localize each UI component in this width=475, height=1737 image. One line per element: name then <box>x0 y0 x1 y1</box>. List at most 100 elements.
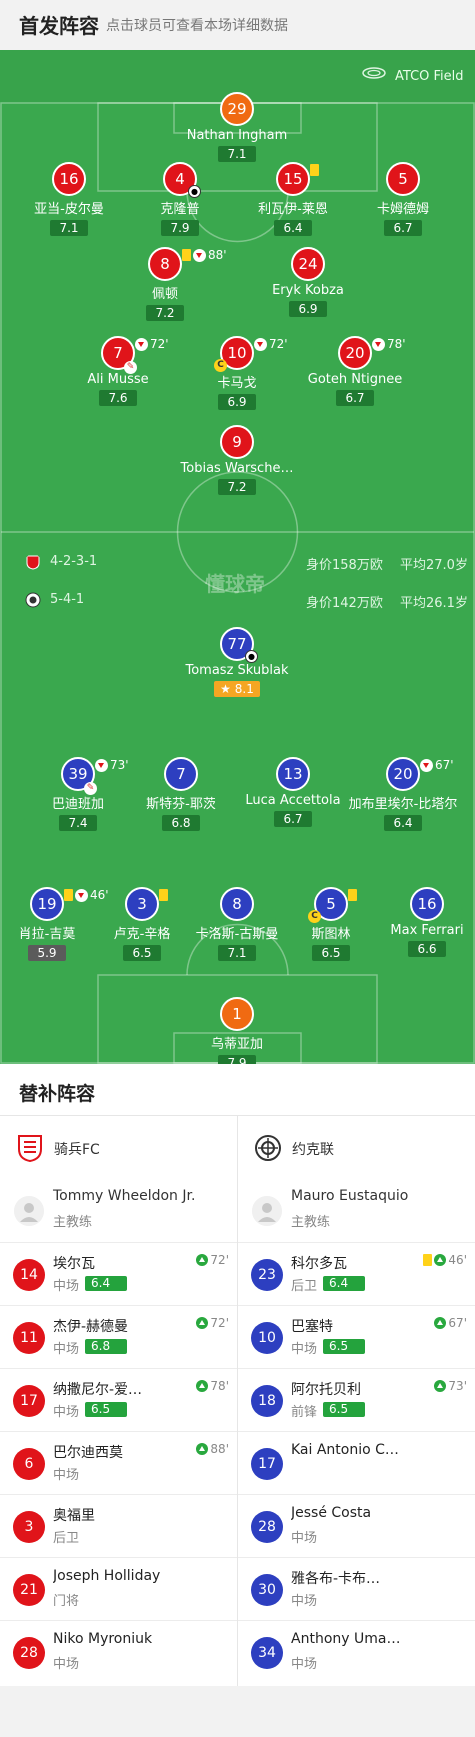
yellow-card-icon <box>348 889 357 901</box>
sub-row-away-10[interactable]: 10 巴塞特 中场 6.5 67' <box>238 1305 475 1368</box>
home-subs-team[interactable]: 骑兵FC <box>0 1116 237 1180</box>
away-coach[interactable]: Mauro Eustaquio 主教练 <box>238 1180 475 1242</box>
sub-row-away-17[interactable]: 17 Kai Antonio C… <box>238 1431 475 1494</box>
player-away-20[interactable]: 20 67' 加布里埃尔-比塔尔 6.4 <box>338 757 468 831</box>
sub-name: Niko Myroniuk <box>53 1631 153 1647</box>
player-rating: 6.4 <box>274 220 312 236</box>
sub-name: 巴尔迪西莫 <box>53 1445 123 1461</box>
sub-row-home-3[interactable]: 3 奥福里 后卫 <box>0 1494 237 1557</box>
venue-name: ATCO Field <box>395 69 464 84</box>
sub-position: 前锋 <box>291 1405 318 1420</box>
away-team-badge-icon <box>25 592 41 608</box>
sub-name: Jessé Costa <box>291 1505 372 1521</box>
player-name: 卡姆德姆 <box>376 202 429 217</box>
sub-number: 18 <box>251 1385 283 1417</box>
sub-position: 中场 <box>53 1657 80 1672</box>
home-coach[interactable]: Tommy Wheeldon Jr. 主教练 <box>0 1180 237 1242</box>
sub-number: 14 <box>13 1259 45 1291</box>
captain-icon: C <box>214 359 227 372</box>
sub-position: 中场 <box>291 1531 318 1546</box>
player-away-16[interactable]: 16 Max Ferrari 6.6 <box>362 887 475 957</box>
player-number: 15 <box>276 162 310 196</box>
player-events: 78' <box>372 336 406 352</box>
player-away-1[interactable]: 1 乌蒂亚加 7.9 <box>172 997 302 1064</box>
sub-row-home-6[interactable]: 6 巴尔迪西莫 中场 88' <box>0 1431 237 1494</box>
player-number: 5C <box>308 887 348 923</box>
sub-events: 78' <box>196 1379 229 1393</box>
sub-row-away-34[interactable]: 34 Anthony Uma… 中场 <box>238 1620 475 1683</box>
sub-in-icon <box>196 1317 209 1329</box>
sub-events: 46' <box>423 1253 467 1267</box>
player-events: 88' <box>182 247 227 263</box>
sub-number: 34 <box>251 1637 283 1669</box>
sub-number: 30 <box>251 1574 283 1606</box>
sub-row-away-30[interactable]: 30 雅各布-卡布… 中场 <box>238 1557 475 1620</box>
sub-minute: 88' <box>208 248 227 262</box>
player-name: Nathan Ingham <box>186 128 288 143</box>
player-rating: 7.4 <box>59 815 97 831</box>
subs-title: 替补阵容 <box>19 1083 96 1105</box>
sub-out-icon <box>193 248 206 262</box>
player-rating: 6.5 <box>312 945 350 961</box>
player-name: Ali Musse <box>87 372 149 387</box>
player-rating: 6.8 <box>162 815 200 831</box>
assist-boot-icon: ✎ <box>124 361 137 374</box>
player-name: Tomasz Skublak <box>185 663 289 678</box>
yellow-card-icon <box>423 1254 433 1266</box>
sub-in-minute: 72' <box>210 1316 229 1330</box>
stadium-icon <box>362 67 386 79</box>
player-events: 67' <box>420 757 454 773</box>
away-coach-name: Mauro Eustaquio <box>291 1188 409 1204</box>
player-name: 加布里埃尔-比塔尔 <box>348 797 458 812</box>
sub-position: 门将 <box>53 1594 80 1609</box>
sub-name: Anthony Uma… <box>291 1631 401 1647</box>
player-home-20[interactable]: 20 78' Goteh Ntignee 6.7 <box>290 336 420 406</box>
player-number: 39 ✎ <box>61 757 97 795</box>
sub-name: 杰伊-赫德曼 <box>53 1319 129 1335</box>
sub-row-home-14[interactable]: 14 埃尔瓦 中场 6.4 72' <box>0 1242 237 1305</box>
sub-out-icon <box>372 337 385 351</box>
coach-avatar-icon <box>14 1196 44 1226</box>
player-events <box>348 887 357 903</box>
sub-name: Joseph Holliday <box>53 1568 161 1584</box>
sub-row-home-21[interactable]: 21 Joseph Holliday 门将 <box>0 1557 237 1620</box>
player-home-7[interactable]: 7 ✎ 72' Ali Musse 7.6 <box>53 336 183 406</box>
player-home-5[interactable]: 5 卡姆德姆 6.7 <box>338 162 468 236</box>
player-home-24[interactable]: 24 Eryk Kobza 6.9 <box>243 247 373 317</box>
player-rating: 6.6 <box>408 941 446 957</box>
sub-number: 21 <box>13 1574 45 1606</box>
player-rating: 7.1 <box>50 220 88 236</box>
player-rating: ★ 8.1 <box>214 681 260 697</box>
player-home-4[interactable]: 4 ● 克隆普 7.9 <box>115 162 245 236</box>
sub-row-away-23[interactable]: 23 科尔多瓦 后卫 6.4 46' <box>238 1242 475 1305</box>
sub-minute: 72' <box>269 337 288 351</box>
sub-row-home-17[interactable]: 17 纳撒尼尔-爱… 中场 6.5 78' <box>0 1368 237 1431</box>
sub-row-home-11[interactable]: 11 杰伊-赫德曼 中场 6.8 72' <box>0 1305 237 1368</box>
sub-name: 奥福里 <box>53 1508 95 1524</box>
sub-number: 6 <box>13 1448 45 1480</box>
player-away-77[interactable]: 77 ● Tomasz Skublak ★ 8.1 <box>172 627 302 697</box>
sub-name: 纳撒尼尔-爱… <box>53 1382 143 1398</box>
player-rating: 6.7 <box>384 220 422 236</box>
player-number: 5 <box>386 162 420 196</box>
away-formation-row: 5-4-1 身价142万欧 平均26.1岁 <box>0 590 475 611</box>
sub-row-away-28[interactable]: 28 Jessé Costa 中场 <box>238 1494 475 1557</box>
player-name: 卡马戈 <box>217 376 257 391</box>
player-number: 20 <box>386 757 420 791</box>
player-home-8[interactable]: 8 88' 佩顿 7.2 <box>100 247 230 321</box>
sub-row-home-28[interactable]: 28 Niko Myroniuk 中场 <box>0 1620 237 1683</box>
away-subs-team[interactable]: 约克联 <box>238 1116 475 1180</box>
yellow-card-icon <box>64 889 73 901</box>
player-home-10[interactable]: 10 C 72' 卡马戈 6.9 <box>172 336 302 410</box>
player-events: 72' <box>254 336 288 352</box>
player-name: 乌蒂亚加 <box>210 1037 263 1052</box>
player-home-29[interactable]: 29 Nathan Ingham 7.1 <box>172 92 302 162</box>
player-home-9[interactable]: 9 Tobias Warsche… 7.2 <box>172 425 302 495</box>
away-subs-column: 约克联 Mauro Eustaquio 主教练 23 科尔多瓦 后卫 6.4 46' 10… <box>238 1116 475 1686</box>
sub-row-away-18[interactable]: 18 阿尔托贝利 前锋 6.5 73' <box>238 1368 475 1431</box>
player-number: 29 <box>220 92 254 126</box>
player-name: Eryk Kobza <box>272 283 344 298</box>
player-name: 斯特芬-耶茨 <box>146 797 216 812</box>
sub-rating: 6.4 <box>85 1276 127 1291</box>
player-away-7[interactable]: 7 斯特芬-耶茨 6.8 <box>116 757 246 831</box>
